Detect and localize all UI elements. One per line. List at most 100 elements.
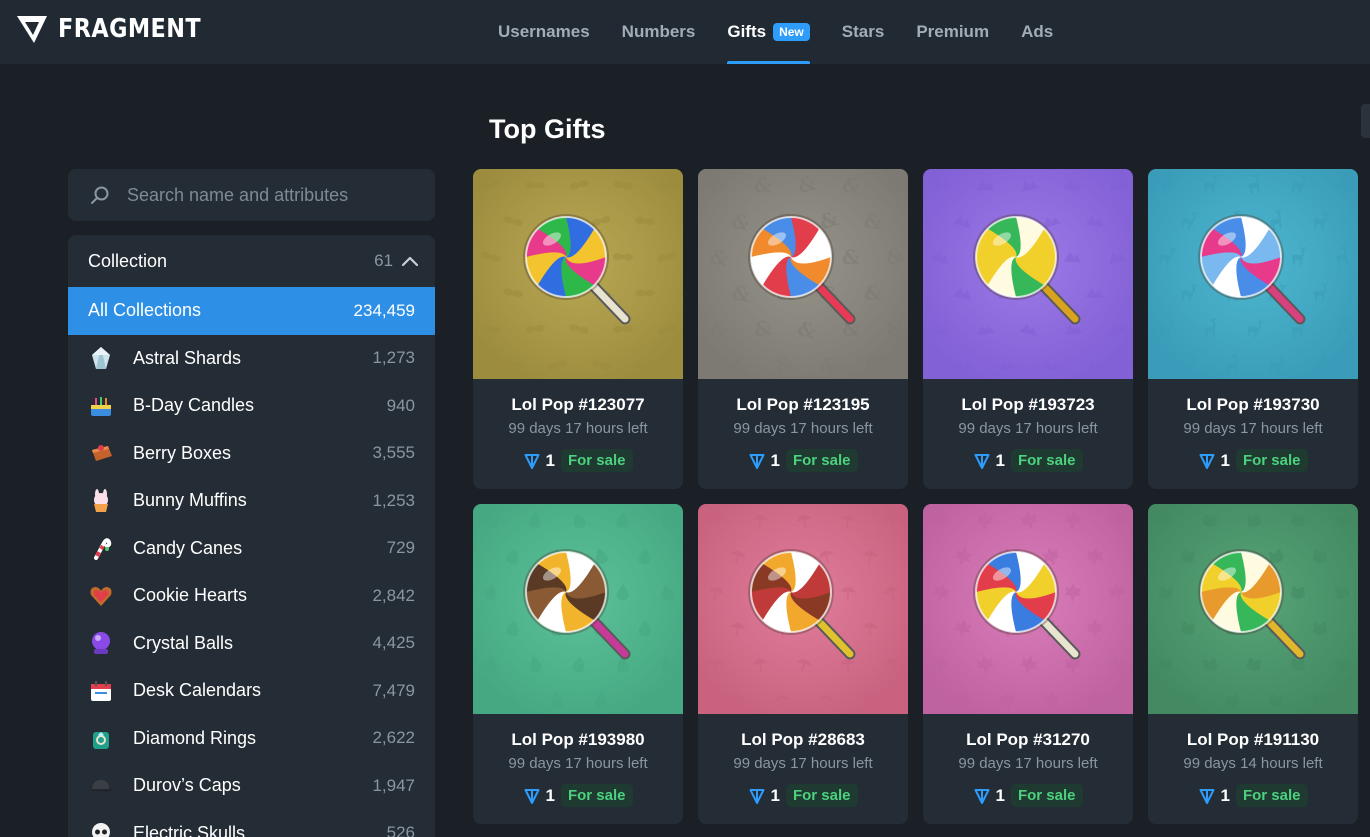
gift-card[interactable]: Lol Pop #31270 99 days 17 hours left 1 For … (923, 504, 1133, 824)
svg-text:&: & (753, 173, 772, 198)
collection-header[interactable]: Collection 61 (68, 235, 435, 287)
ton-icon (974, 788, 989, 804)
ton-icon (974, 453, 989, 469)
svg-text:&: & (752, 315, 774, 342)
nav-label: Ads (1021, 22, 1054, 41)
gift-price-value: 1 (995, 785, 1005, 805)
gift-card[interactable]: Lol Pop #193980 99 days 17 hours left 1 For… (473, 504, 683, 824)
collection-item-candy-canes[interactable]: Candy Canes 729 (68, 525, 435, 573)
birthday-cake-icon (88, 393, 114, 419)
search-input[interactable] (127, 184, 427, 206)
lollipop-image (698, 504, 908, 714)
nav-premium[interactable]: Premium (916, 0, 989, 64)
collection-item-bunny-muffins[interactable]: Bunny Muffins 1,253 (68, 477, 435, 525)
bunny-muffin-icon (88, 488, 114, 514)
gift-price: 1 (1199, 451, 1230, 471)
gift-price-value: 1 (545, 450, 555, 470)
gift-price-value: 1 (545, 785, 555, 805)
gift-price-value: 1 (770, 450, 780, 470)
nav-usernames[interactable]: Usernames (498, 0, 590, 64)
gift-card[interactable]: Lol Pop #28683 99 days 17 hours left 1 For … (698, 504, 908, 824)
page-title: Top Gifts (489, 114, 606, 144)
gift-title: Lol Pop #193730 (1186, 395, 1320, 414)
collection-item-count: 526 (386, 823, 415, 837)
collection-item-b-day-candles[interactable]: B-Day Candles 940 (68, 382, 435, 430)
collection-name: Astral Shards (133, 347, 242, 368)
collection-item-berry-boxes[interactable]: Berry Boxes 3,555 (68, 430, 435, 478)
svg-text:&: & (840, 172, 862, 199)
status-badge: For sale (1010, 784, 1083, 807)
gift-title: Lol Pop #123077 (511, 395, 645, 414)
collection-name: Cookie Hearts (133, 585, 248, 606)
svg-text:&: & (708, 316, 729, 342)
collection-name: Candy Canes (133, 537, 243, 558)
nav-stars[interactable]: Stars (842, 0, 885, 64)
fragment-logo-icon (17, 16, 47, 43)
gift-title: Lol Pop #191130 (1186, 730, 1320, 749)
lollipop-image (1148, 504, 1358, 714)
collection-item-astral-shards[interactable]: Astral Shards 1,273 (68, 335, 435, 383)
candy-cane-icon (88, 535, 114, 561)
lollipop-image (1148, 169, 1358, 379)
collection-item-all-collections[interactable]: All Collections 234,459 (68, 287, 435, 335)
collection-item-cookie-hearts[interactable]: Cookie Hearts 2,842 (68, 572, 435, 620)
collection-name: Berry Boxes (133, 442, 232, 463)
fragment-logo[interactable]: FRAGMENT (16, 14, 224, 44)
gift-card[interactable]: Lol Pop #193723 99 days 17 hours left 1 For… (923, 169, 1133, 489)
collection-item-count: 940 (386, 395, 415, 415)
gift-time-left: 99 days 17 hours left (508, 420, 648, 437)
gift-price-row: 1 For sale (923, 784, 1133, 807)
skull-icon (88, 820, 114, 837)
nav-numbers[interactable]: Numbers (622, 0, 696, 64)
collection-item-count: 3,555 (372, 443, 415, 463)
gift-price-value: 1 (995, 450, 1005, 470)
collection-item-count: 234,459 (353, 300, 415, 320)
collection-item-count: 2,842 (372, 585, 415, 605)
gift-price: 1 (974, 786, 1005, 806)
collection-item-count: 1,253 (372, 490, 415, 510)
collection-item-durov-s-caps[interactable]: Durov’s Caps 1,947 (68, 762, 435, 810)
chevron-up-icon[interactable] (401, 255, 419, 267)
ton-icon (524, 453, 539, 469)
gift-time-left: 99 days 17 hours left (733, 755, 873, 772)
collection-item-count: 7,479 (372, 680, 415, 700)
gift-price-value: 1 (1220, 450, 1230, 470)
svg-text:&: & (841, 245, 860, 270)
gift-price-row: 1 For sale (923, 449, 1133, 472)
gift-time-left: 99 days 17 hours left (1183, 420, 1323, 437)
gift-price-row: 1 For sale (698, 784, 908, 807)
ton-icon (524, 788, 539, 804)
search-bar[interactable] (68, 169, 435, 221)
scroll-handle[interactable] (1361, 104, 1370, 138)
nav-ads[interactable]: Ads (1021, 0, 1053, 64)
collection-item-crystal-balls[interactable]: Crystal Balls 4,425 (68, 620, 435, 668)
gift-time-left: 99 days 17 hours left (958, 755, 1098, 772)
status-badge: For sale (1235, 449, 1308, 472)
gift-price-value: 1 (1220, 785, 1230, 805)
top-bar: FRAGMENT Usernames Numbers Gifts New Stars Pr… (0, 0, 1370, 64)
collection-item-electric-skulls[interactable]: Electric Skulls 526 (68, 810, 435, 837)
gift-card[interactable]: Lol Pop #193730 99 days 17 hours left 1 For… (1148, 169, 1358, 489)
svg-text:&: & (884, 171, 905, 197)
new-badge: New (773, 23, 810, 41)
main-nav: Usernames Numbers Gifts New Stars Premium Ads (498, 0, 1085, 64)
collection-item-desk-calendars[interactable]: Desk Calendars 7,479 (68, 667, 435, 715)
cookie-heart-icon (88, 583, 114, 609)
gift-time-left: 99 days 17 hours left (958, 420, 1098, 437)
gift-card[interactable]: Lol Pop #123077 99 days 17 hours left 1 For… (473, 169, 683, 489)
gift-price-value: 1 (770, 785, 780, 805)
collection-name: B-Day Candles (133, 395, 255, 416)
collection-item-count: 2,622 (372, 728, 415, 748)
nav-label: Stars (841, 22, 885, 41)
gift-price-row: 1 For sale (1148, 784, 1358, 807)
nav-gifts[interactable]: Gifts New (727, 0, 811, 64)
collection-item-count: 1,273 (372, 348, 415, 368)
collection-filter-panel: Collection 61 All Collections 234,459 Astr… (68, 235, 435, 837)
collection-item-diamond-rings[interactable]: Diamond Rings 2,622 (68, 715, 435, 763)
gift-card[interactable]: Lol Pop #191130 99 days 14 hours left 1 For… (1148, 504, 1358, 824)
collection-count-group: 61 (374, 251, 419, 271)
collection-item-count: 729 (386, 538, 415, 558)
collection-count: 61 (374, 251, 393, 270)
desk-calendar-icon (88, 678, 114, 704)
gift-card[interactable]: &&&&&&&&&&&&&&&&&&&&&&&&&&&&&& Lol Pop #1… (698, 169, 908, 489)
